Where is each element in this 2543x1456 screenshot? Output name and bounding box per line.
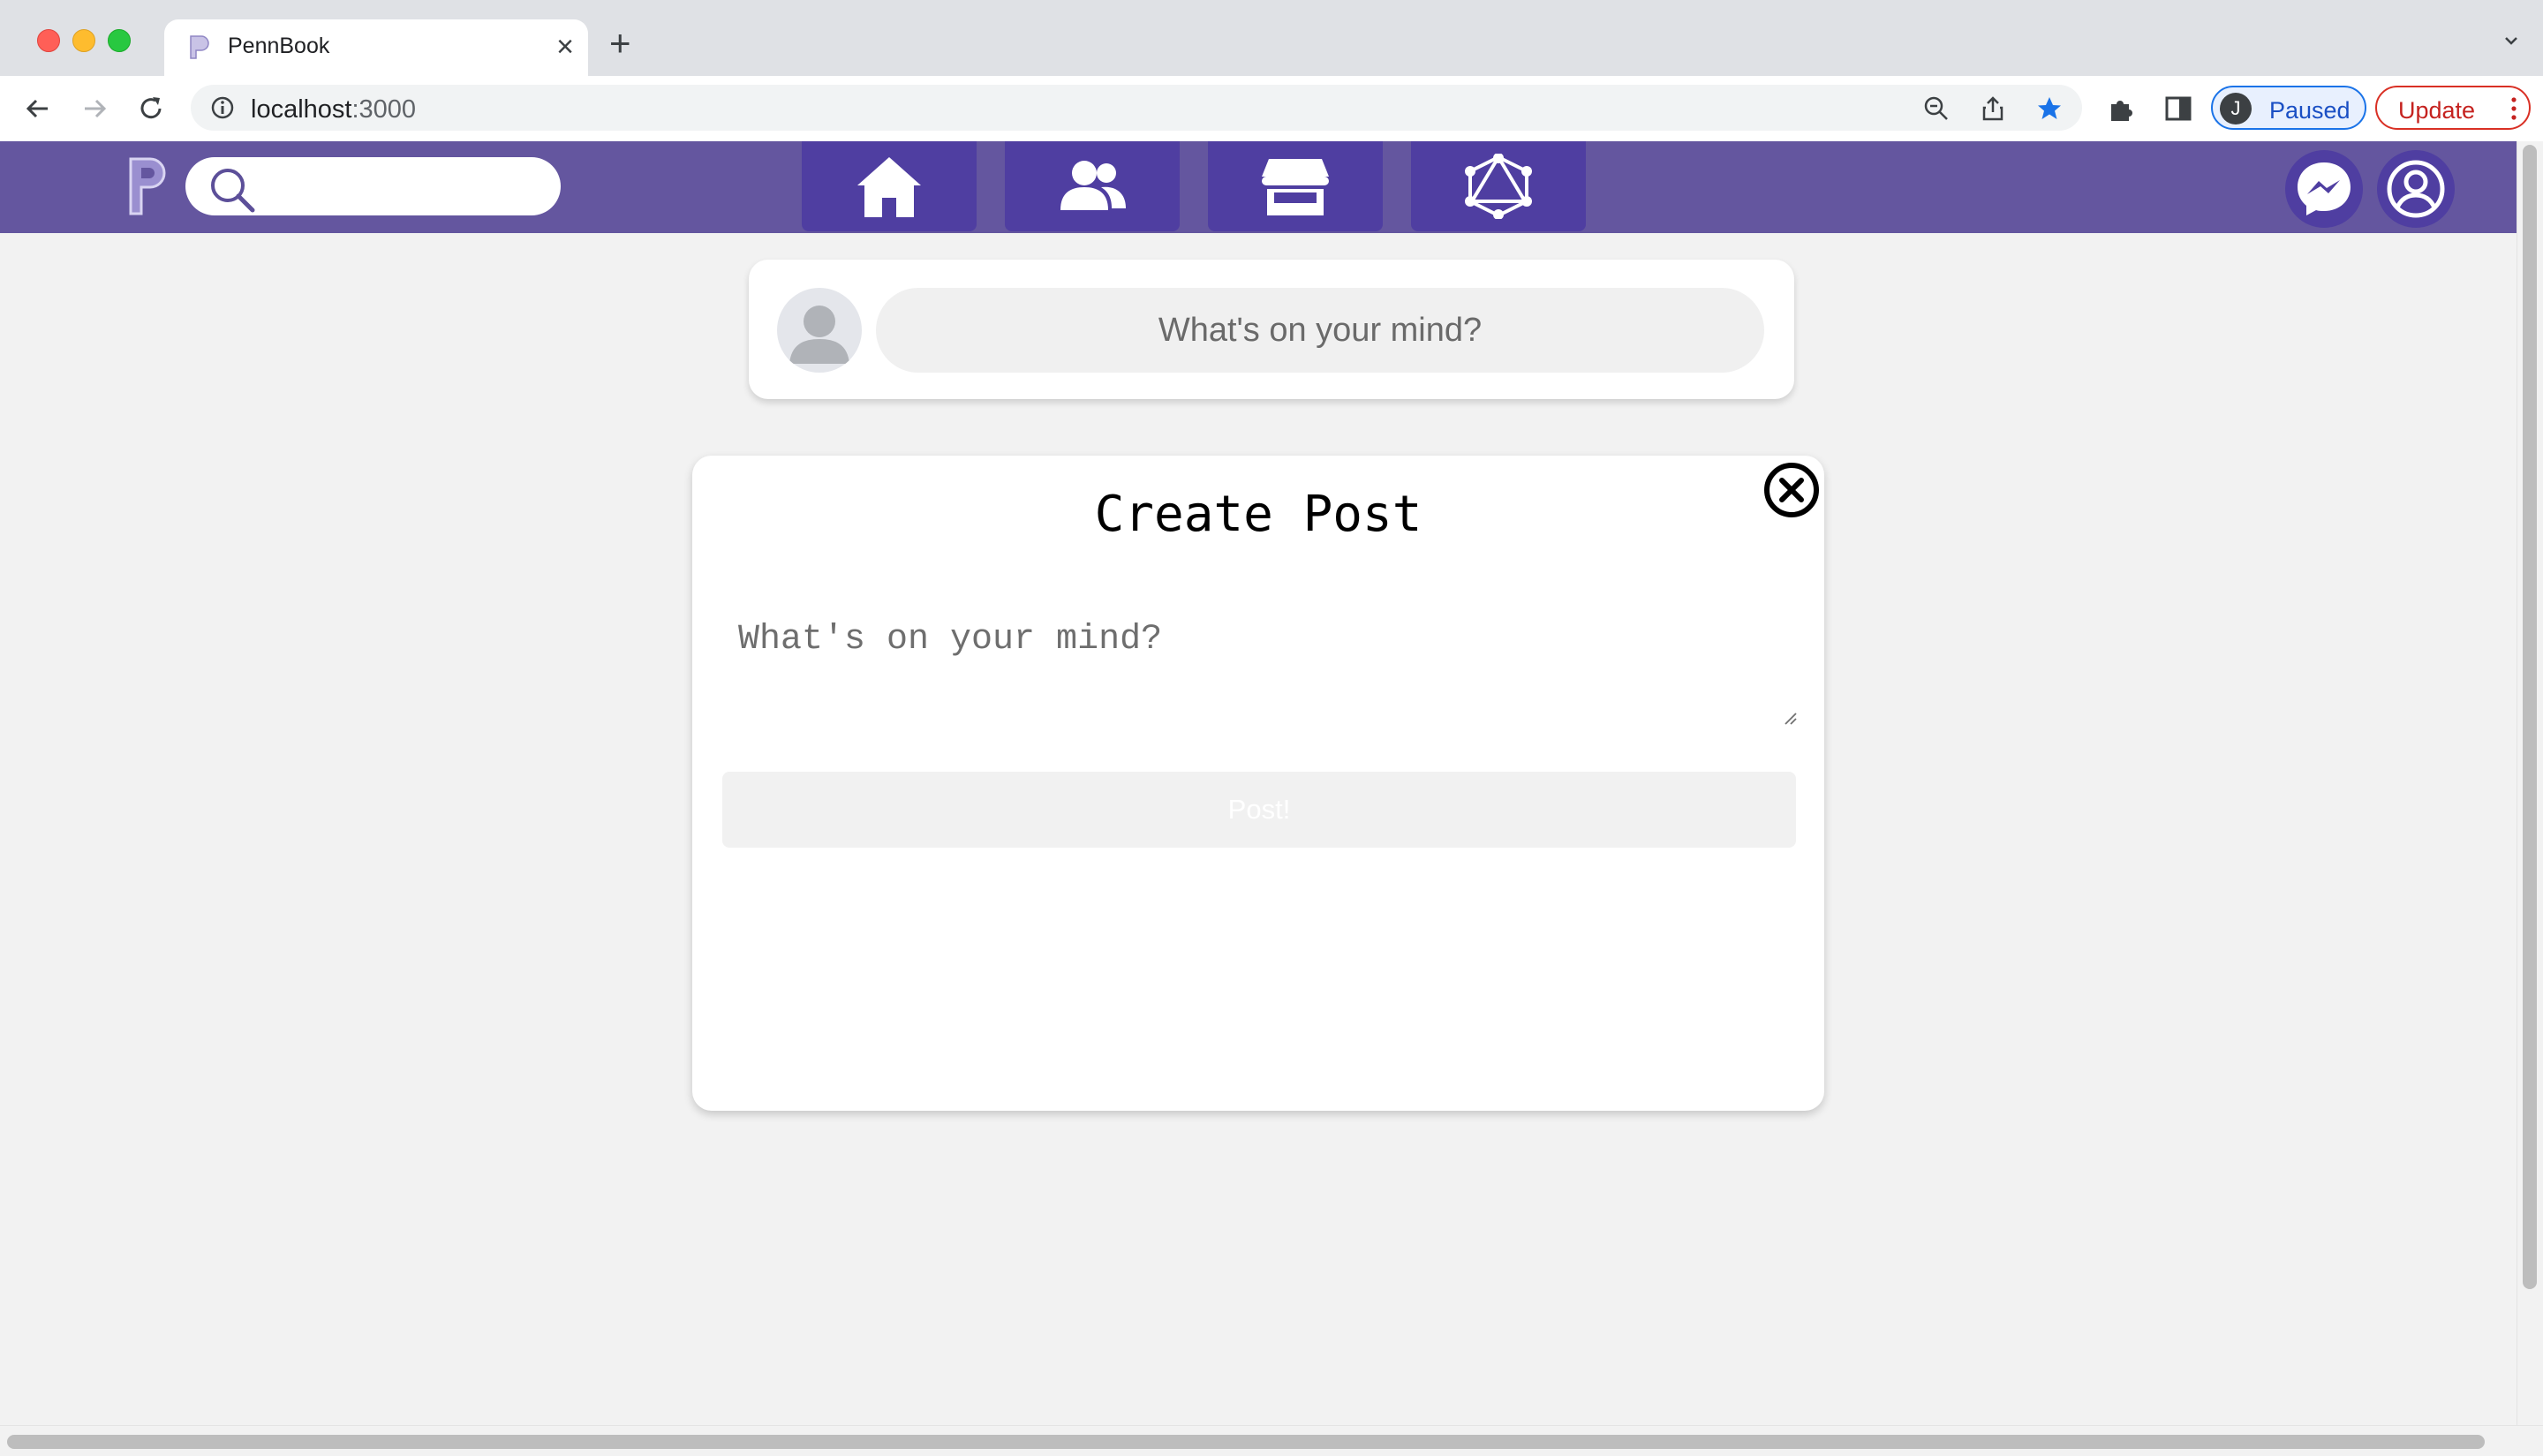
post-composer: What's on your mind? [749,260,1794,399]
window-close-button[interactable] [37,29,60,52]
home-icon [857,157,921,217]
window-zoom-button[interactable] [108,29,131,52]
tab-search-chevron-icon[interactable] [2504,34,2518,48]
zoom-out-icon[interactable] [1923,95,1950,122]
address-bar[interactable]: localhost:3000 [191,85,2082,131]
browser-toolbar: localhost:3000 J Paused Update [0,76,2543,142]
vertical-scrollbar[interactable] [2517,141,2543,1425]
browser-tab-bar: PennBook × + [0,0,2543,76]
marketplace-icon [1262,159,1329,215]
horizontal-scroll-thumb[interactable] [7,1435,2485,1449]
browser-tab[interactable]: PennBook × [164,19,588,76]
pennbook-favicon-icon [190,35,209,59]
close-icon[interactable] [1761,459,1822,521]
url-text: localhost:3000 [251,95,417,124]
network-icon [1465,154,1532,219]
nav-tab-friends[interactable] [1005,141,1180,231]
account-icon [2387,160,2445,218]
extensions-puzzle-icon[interactable] [2107,94,2137,124]
forward-arrow-icon[interactable] [79,94,109,124]
new-tab-icon[interactable]: + [609,25,631,62]
nav-tab-home[interactable] [802,141,977,231]
tab-title: PennBook [228,34,330,58]
post-textarea[interactable]: What's on your mind? [721,602,1798,726]
composer-input[interactable]: What's on your mind? [876,288,1764,373]
back-arrow-icon[interactable] [23,94,53,124]
profile-button[interactable]: J Paused [2211,86,2366,130]
update-label: Update [2398,97,2476,124]
account-button[interactable] [2377,150,2455,228]
textarea-placeholder: What's on your mind? [738,620,1163,660]
reload-icon[interactable] [136,94,166,124]
modal-title: Create Post [1094,486,1422,543]
default-avatar-icon [789,306,849,364]
nav-tab-network[interactable] [1411,141,1586,231]
user-avatar [777,288,862,373]
pennbook-logo-icon[interactable] [127,155,170,217]
update-button[interactable]: Update [2375,86,2531,130]
nav-tab-marketplace[interactable] [1208,141,1383,231]
post-button[interactable]: Post! [722,772,1796,848]
messenger-icon [2298,162,2351,215]
tab-close-icon[interactable]: × [556,31,574,63]
search-input[interactable] [185,157,561,215]
messenger-button[interactable] [2285,150,2363,228]
create-post-modal: Create Post What's on your mind? Post! [692,456,1824,1111]
site-info-icon[interactable] [210,95,235,120]
resize-handle-icon[interactable] [1782,710,1798,726]
vertical-scroll-thumb[interactable] [2523,145,2537,1289]
horizontal-scrollbar[interactable] [0,1425,2543,1456]
bookmark-star-icon[interactable] [2036,95,2063,122]
app-header [0,141,2517,233]
side-panel-icon[interactable] [2163,94,2193,124]
window-minimize-button[interactable] [72,29,95,52]
profile-status: Paused [2269,97,2351,124]
search-icon [211,169,255,213]
profile-avatar: J [2220,93,2252,124]
share-icon[interactable] [1980,95,2006,122]
more-menu-icon[interactable] [2511,96,2517,121]
friends-icon [1060,161,1126,210]
